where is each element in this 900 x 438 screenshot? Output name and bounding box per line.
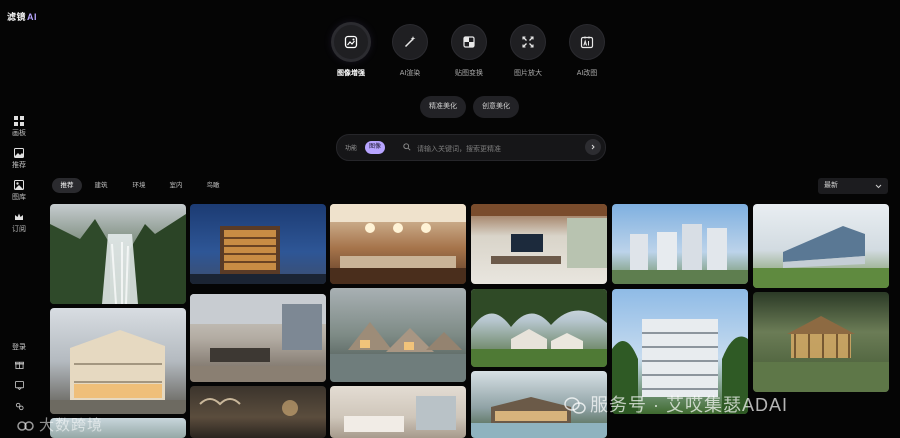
crown-icon bbox=[15, 213, 23, 220]
wechat-icon bbox=[564, 397, 586, 414]
image-icon bbox=[14, 148, 24, 158]
gallery-image-forest-gazebo[interactable] bbox=[753, 292, 889, 392]
residential-towers-image bbox=[612, 224, 748, 284]
wood-interior-image bbox=[199, 398, 298, 416]
sidebar: 画板 推荐 图库 订阅 登录 bbox=[0, 112, 38, 438]
sidebar-item-recommend[interactable]: 推荐 bbox=[0, 148, 38, 170]
sidebar-item-canvas[interactable]: 画板 bbox=[0, 116, 38, 138]
gift-icon bbox=[14, 361, 24, 369]
expand-icon bbox=[522, 36, 534, 48]
gallery-image-modern-pavilion[interactable] bbox=[753, 204, 889, 288]
gallery-image-bedroom[interactable] bbox=[330, 386, 466, 438]
swap-icon bbox=[463, 36, 475, 48]
search-bar: 功能 图像 请输入关键词，搜索更精准 bbox=[336, 134, 606, 161]
gallery-image-meeting-room[interactable] bbox=[471, 204, 607, 284]
chevron-down-icon bbox=[875, 184, 882, 189]
gallery-image-glass-cafe[interactable] bbox=[50, 308, 186, 414]
category-architecture[interactable]: 建筑 bbox=[90, 178, 112, 193]
living-room-image bbox=[190, 294, 326, 382]
category-recommend[interactable]: 推荐 bbox=[52, 178, 82, 193]
search-filter-image[interactable]: 图像 bbox=[365, 141, 385, 154]
category-environment[interactable]: 环境 bbox=[128, 178, 150, 193]
search-submit-button[interactable] bbox=[585, 139, 601, 155]
village-houses-image bbox=[471, 289, 607, 367]
tool-image-enhance[interactable]: 图像增强 bbox=[321, 24, 381, 78]
grid-icon bbox=[14, 116, 24, 126]
tool-label: 图像增强 bbox=[337, 70, 365, 77]
tool-icon-wrap bbox=[510, 24, 546, 60]
sort-selected-value: 最新 bbox=[824, 182, 838, 189]
sidebar-item-label: 图库 bbox=[12, 194, 26, 201]
message-button[interactable] bbox=[0, 377, 38, 395]
tool-image-upscale[interactable]: 图片放大 bbox=[498, 24, 558, 78]
tool-icon-wrap bbox=[451, 24, 487, 60]
gift-button[interactable] bbox=[0, 356, 38, 374]
search-icon bbox=[403, 143, 411, 151]
gallery-image-village-houses[interactable] bbox=[471, 289, 607, 367]
watermark-right: 服务号 · 艾哎集瑟ADAI bbox=[564, 391, 788, 417]
gallery-image-living-room[interactable] bbox=[190, 294, 326, 382]
search-input[interactable]: 请输入关键词，搜索更精准 bbox=[417, 144, 501, 154]
tool-icon-wrap bbox=[333, 24, 369, 60]
tab-precise-beautify[interactable]: 精准美化 bbox=[420, 96, 466, 118]
hotel-night-image bbox=[190, 226, 326, 284]
app-logo[interactable]: 滤镜AI bbox=[7, 10, 37, 23]
tool-texture-swap[interactable]: 贴图变换 bbox=[439, 24, 499, 78]
tool-label: AI改图 bbox=[576, 70, 598, 77]
gallery-image-waterfall[interactable] bbox=[50, 204, 186, 304]
glass-cafe-image bbox=[50, 330, 186, 414]
sidebar-item-label: 订阅 bbox=[12, 226, 26, 233]
tool-label: AI渲染 bbox=[399, 70, 421, 77]
tab-creative-beautify[interactable]: 创意美化 bbox=[473, 96, 519, 118]
tool-ai-edit[interactable]: AI改图 bbox=[557, 24, 617, 78]
magic-wand-icon bbox=[404, 36, 416, 48]
tool-label: 图片放大 bbox=[514, 70, 542, 77]
sidebar-item-subscribe[interactable]: 订阅 bbox=[0, 212, 38, 234]
watermark-right-text: 服务号 · 艾哎集瑟ADAI bbox=[590, 395, 789, 415]
category-interior[interactable]: 室内 bbox=[165, 178, 187, 193]
watermark-logo-icon bbox=[17, 421, 34, 431]
gallery-image-banquet-hall[interactable] bbox=[330, 204, 466, 284]
sidebar-item-label: 画板 bbox=[12, 130, 26, 137]
gallery-image-residential-towers[interactable] bbox=[612, 204, 748, 284]
sort-select[interactable]: 最新 bbox=[818, 178, 888, 194]
search-filter-function[interactable]: 功能 bbox=[345, 143, 357, 152]
message-icon bbox=[14, 381, 24, 391]
bedroom-image bbox=[344, 396, 456, 432]
sidebar-item-label: 推荐 bbox=[12, 162, 26, 169]
gallery-image-hotel-night[interactable] bbox=[190, 204, 326, 284]
watermark-left: 大数跨境 bbox=[17, 414, 103, 435]
watermark-left-text: 大数跨境 bbox=[39, 417, 104, 434]
gallery-image-lakeside-cabins[interactable] bbox=[330, 288, 466, 382]
tool-ai-render[interactable]: AI渲染 bbox=[380, 24, 440, 78]
lakeside-cabins-image bbox=[330, 322, 466, 382]
tool-icon-wrap bbox=[392, 24, 428, 60]
sidebar-item-gallery[interactable]: 图库 bbox=[0, 180, 38, 202]
category-aerial[interactable]: 鸟瞰 bbox=[202, 178, 224, 193]
tool-label: 贴图变换 bbox=[455, 70, 483, 77]
enhance-icon bbox=[344, 35, 358, 49]
ai-edit-icon bbox=[580, 36, 594, 49]
tool-icon-wrap bbox=[569, 24, 605, 60]
gallery-image-wood-interior[interactable] bbox=[190, 386, 326, 438]
gallery-icon bbox=[14, 180, 24, 190]
login-label: 登录 bbox=[12, 344, 26, 351]
forest-gazebo-image bbox=[753, 316, 889, 392]
waterfall-image bbox=[50, 214, 186, 304]
login-button[interactable]: 登录 bbox=[0, 336, 38, 354]
arrow-right-icon bbox=[591, 144, 595, 150]
meeting-room-image bbox=[471, 204, 607, 268]
tool-bar: 图像增强 AI渲染 贴图变换 图片放大 AI改图 bbox=[330, 24, 610, 84]
banquet-hall-image bbox=[330, 204, 466, 284]
modern-pavilion-image bbox=[753, 226, 889, 288]
community-icon bbox=[15, 402, 24, 411]
